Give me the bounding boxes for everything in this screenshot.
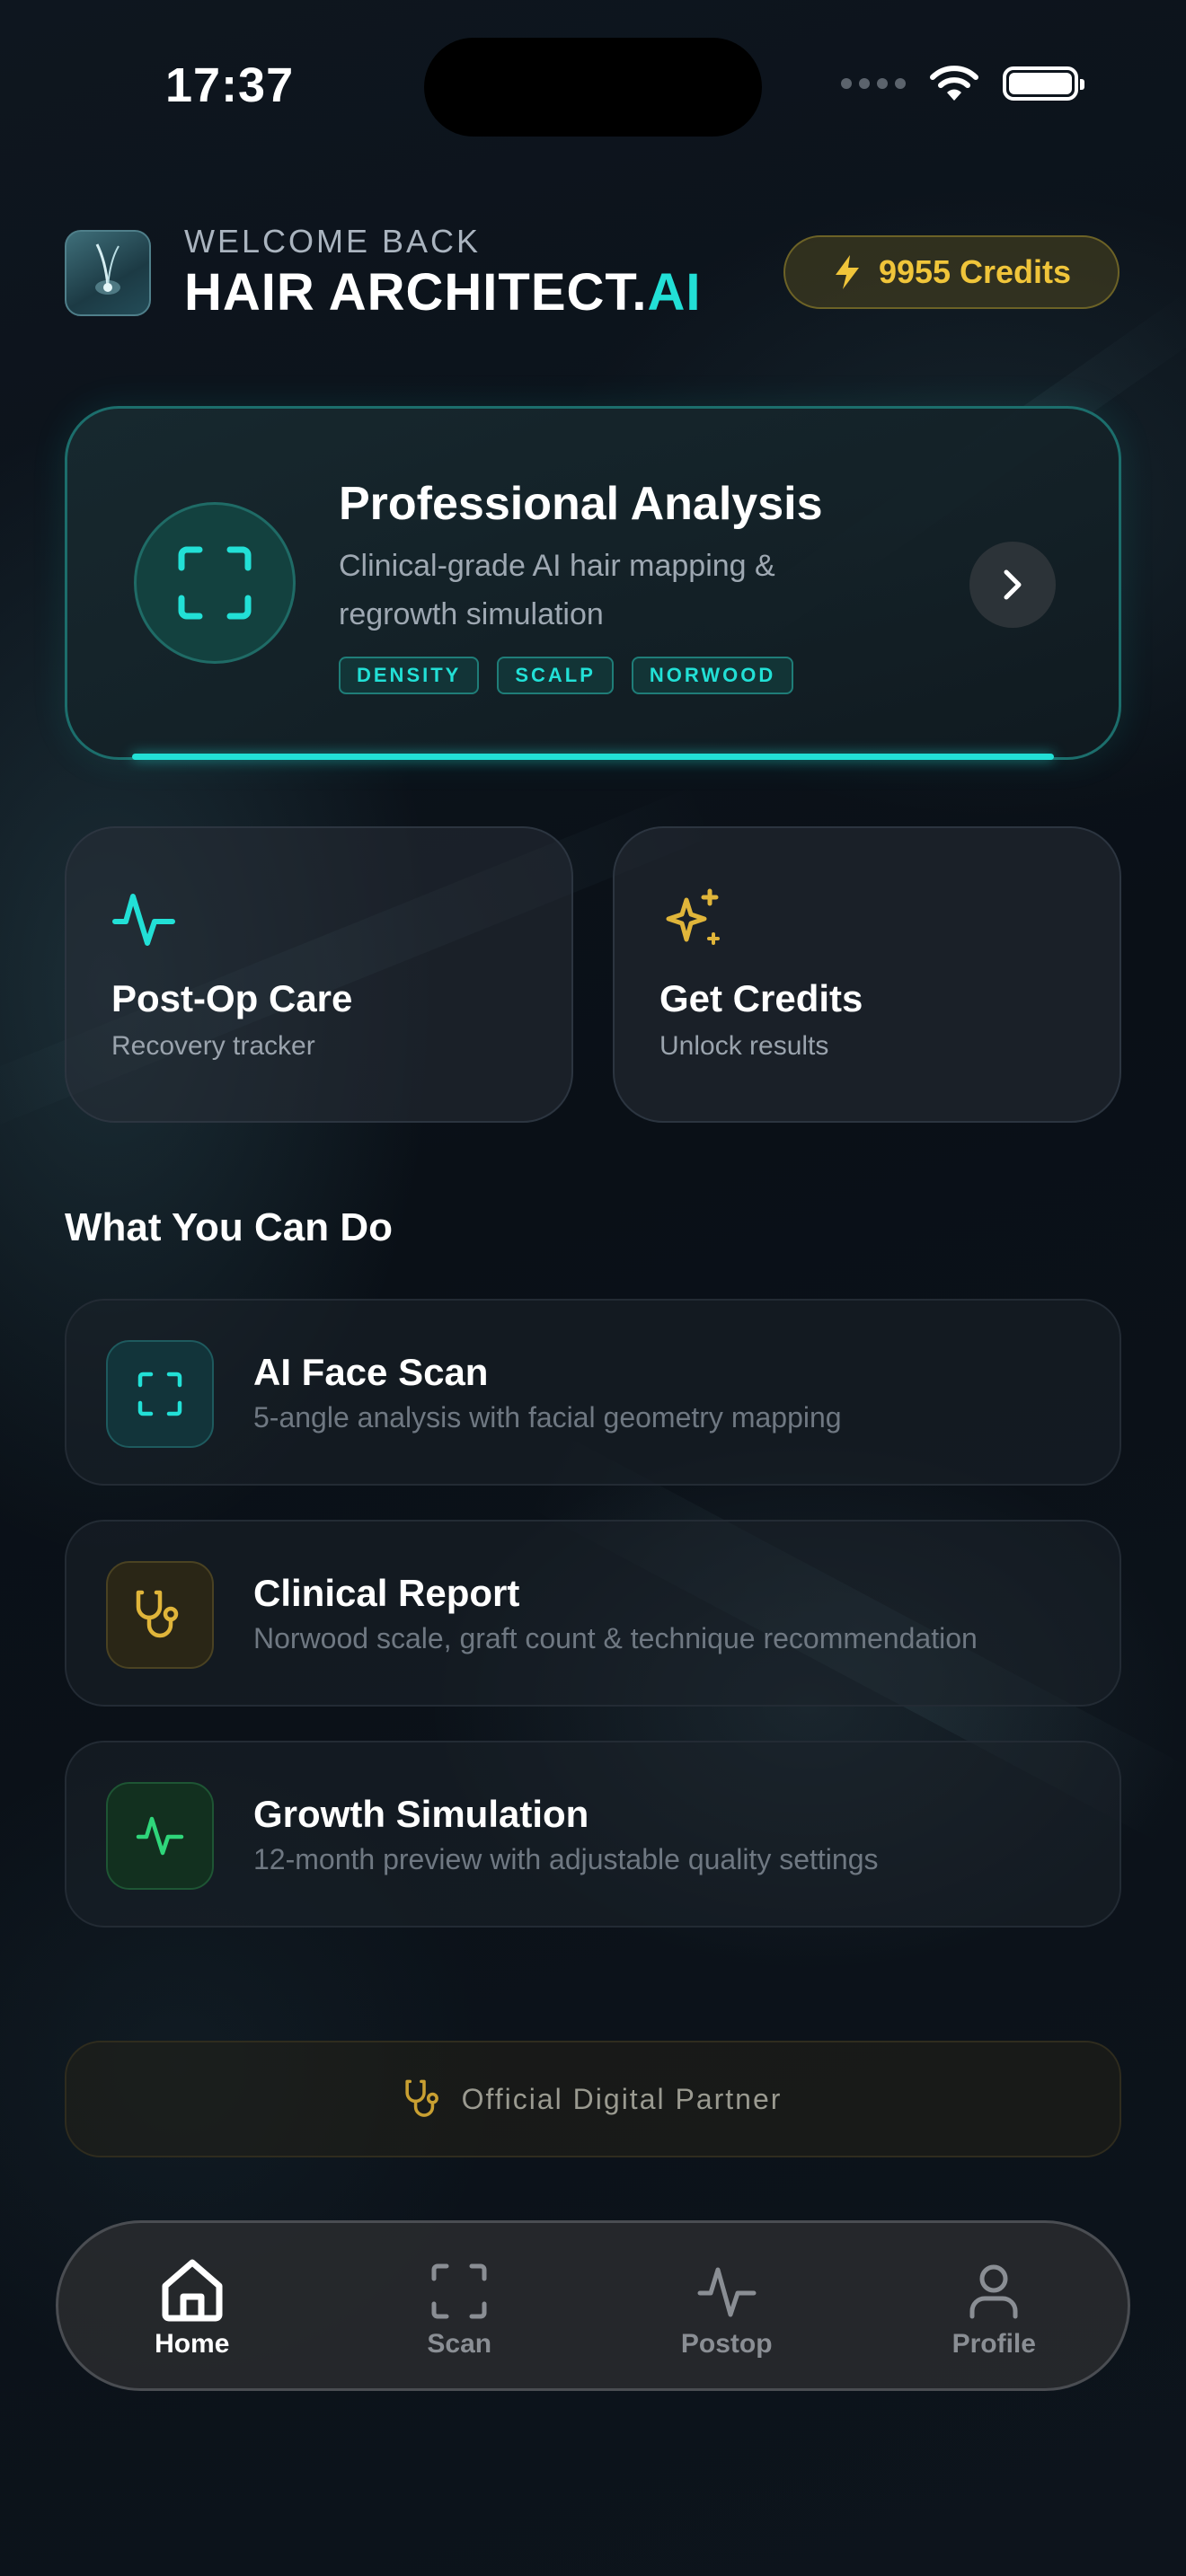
tab-profile[interactable]: Profile [861, 2223, 1128, 2388]
post-op-care-title: Post-Op Care [111, 977, 353, 1019]
brand-accent: AI [647, 263, 702, 322]
hero-title: Professional Analysis [339, 478, 823, 530]
activity-icon [112, 894, 175, 946]
hero-progress-bar [132, 754, 1054, 760]
tab-home[interactable]: Home [58, 2223, 326, 2388]
sparkles-icon [666, 888, 720, 945]
lightning-icon [835, 255, 859, 289]
status-icons [841, 65, 1084, 102]
get-credits-card[interactable]: Get Credits Unlock results [613, 826, 1121, 1123]
post-op-care-subtitle: Recovery tracker [111, 1031, 315, 1061]
scan-icon [106, 1340, 214, 1448]
scan-icon [134, 502, 296, 664]
feature-subtitle: 12-month preview with adjustable quality… [253, 1843, 879, 1875]
home-screen: 17:37 WELCOME BACK HAIR ARCHITECT.AI 995… [0, 0, 1186, 2576]
chip-norwood: NORWOOD [631, 657, 794, 694]
feature-subtitle: Norwood scale, graft count & technique r… [253, 1622, 978, 1654]
cellular-signal-icon [841, 78, 906, 89]
user-icon [969, 2264, 1018, 2319]
post-op-care-card[interactable]: Post-Op Care Recovery tracker [65, 826, 573, 1123]
tab-bar: Home Scan Postop Profile [56, 2220, 1130, 2391]
dynamic-island [424, 38, 762, 137]
professional-analysis-card[interactable]: Professional Analysis Clinical-grade AI … [65, 406, 1121, 760]
feature-ai-face-scan[interactable]: AI Face Scan 5-angle analysis with facia… [65, 1299, 1121, 1486]
tab-postop[interactable]: Postop [593, 2223, 861, 2388]
hero-chips: DENSITY SCALP NORWOOD [339, 657, 794, 694]
section-title: What You Can Do [65, 1205, 394, 1249]
chip-scalp: SCALP [497, 657, 614, 694]
tab-scan[interactable]: Scan [326, 2223, 594, 2388]
credits-label: 9955 Credits [878, 253, 1072, 290]
scan-icon [431, 2263, 487, 2319]
welcome-text: WELCOME BACK [184, 223, 482, 260]
feature-growth-simulation[interactable]: Growth Simulation 12-month preview with … [65, 1741, 1121, 1928]
hero-subtitle: Clinical-grade AI hair mapping & regrowt… [339, 549, 775, 631]
partner-label: Official Digital Partner [461, 2082, 783, 2115]
activity-icon [106, 1782, 214, 1890]
app-logo [65, 230, 151, 316]
tab-label: Postop [680, 2329, 773, 2359]
hair-follicle-icon [95, 243, 120, 295]
brand-title: HAIR ARCHITECT.AI [184, 262, 702, 322]
status-time: 17:37 [165, 58, 295, 112]
brand-main: HAIR ARCHITECT. [184, 263, 648, 322]
feature-clinical-report[interactable]: Clinical Report Norwood scale, graft cou… [65, 1520, 1121, 1707]
partner-banner: Official Digital Partner [65, 2041, 1121, 2157]
activity-icon [697, 2267, 757, 2317]
tab-label: Scan [427, 2329, 492, 2359]
feature-title: Clinical Report [253, 1572, 520, 1614]
tab-label: Home [155, 2329, 230, 2359]
feature-subtitle: 5-angle analysis with facial geometry ma… [253, 1401, 842, 1434]
stethoscope-icon [404, 2079, 438, 2117]
chevron-right-icon[interactable] [969, 542, 1056, 628]
credits-button[interactable]: 9955 Credits [783, 235, 1120, 309]
feature-title: Growth Simulation [253, 1793, 589, 1835]
feature-title: AI Face Scan [253, 1351, 489, 1393]
wifi-icon [930, 66, 978, 101]
stethoscope-icon [106, 1561, 214, 1669]
home-icon [162, 2259, 223, 2322]
get-credits-title: Get Credits [659, 977, 863, 1019]
chip-density: DENSITY [339, 657, 480, 694]
tab-label: Profile [951, 2329, 1036, 2359]
get-credits-subtitle: Unlock results [659, 1031, 829, 1061]
battery-icon [1003, 66, 1084, 101]
